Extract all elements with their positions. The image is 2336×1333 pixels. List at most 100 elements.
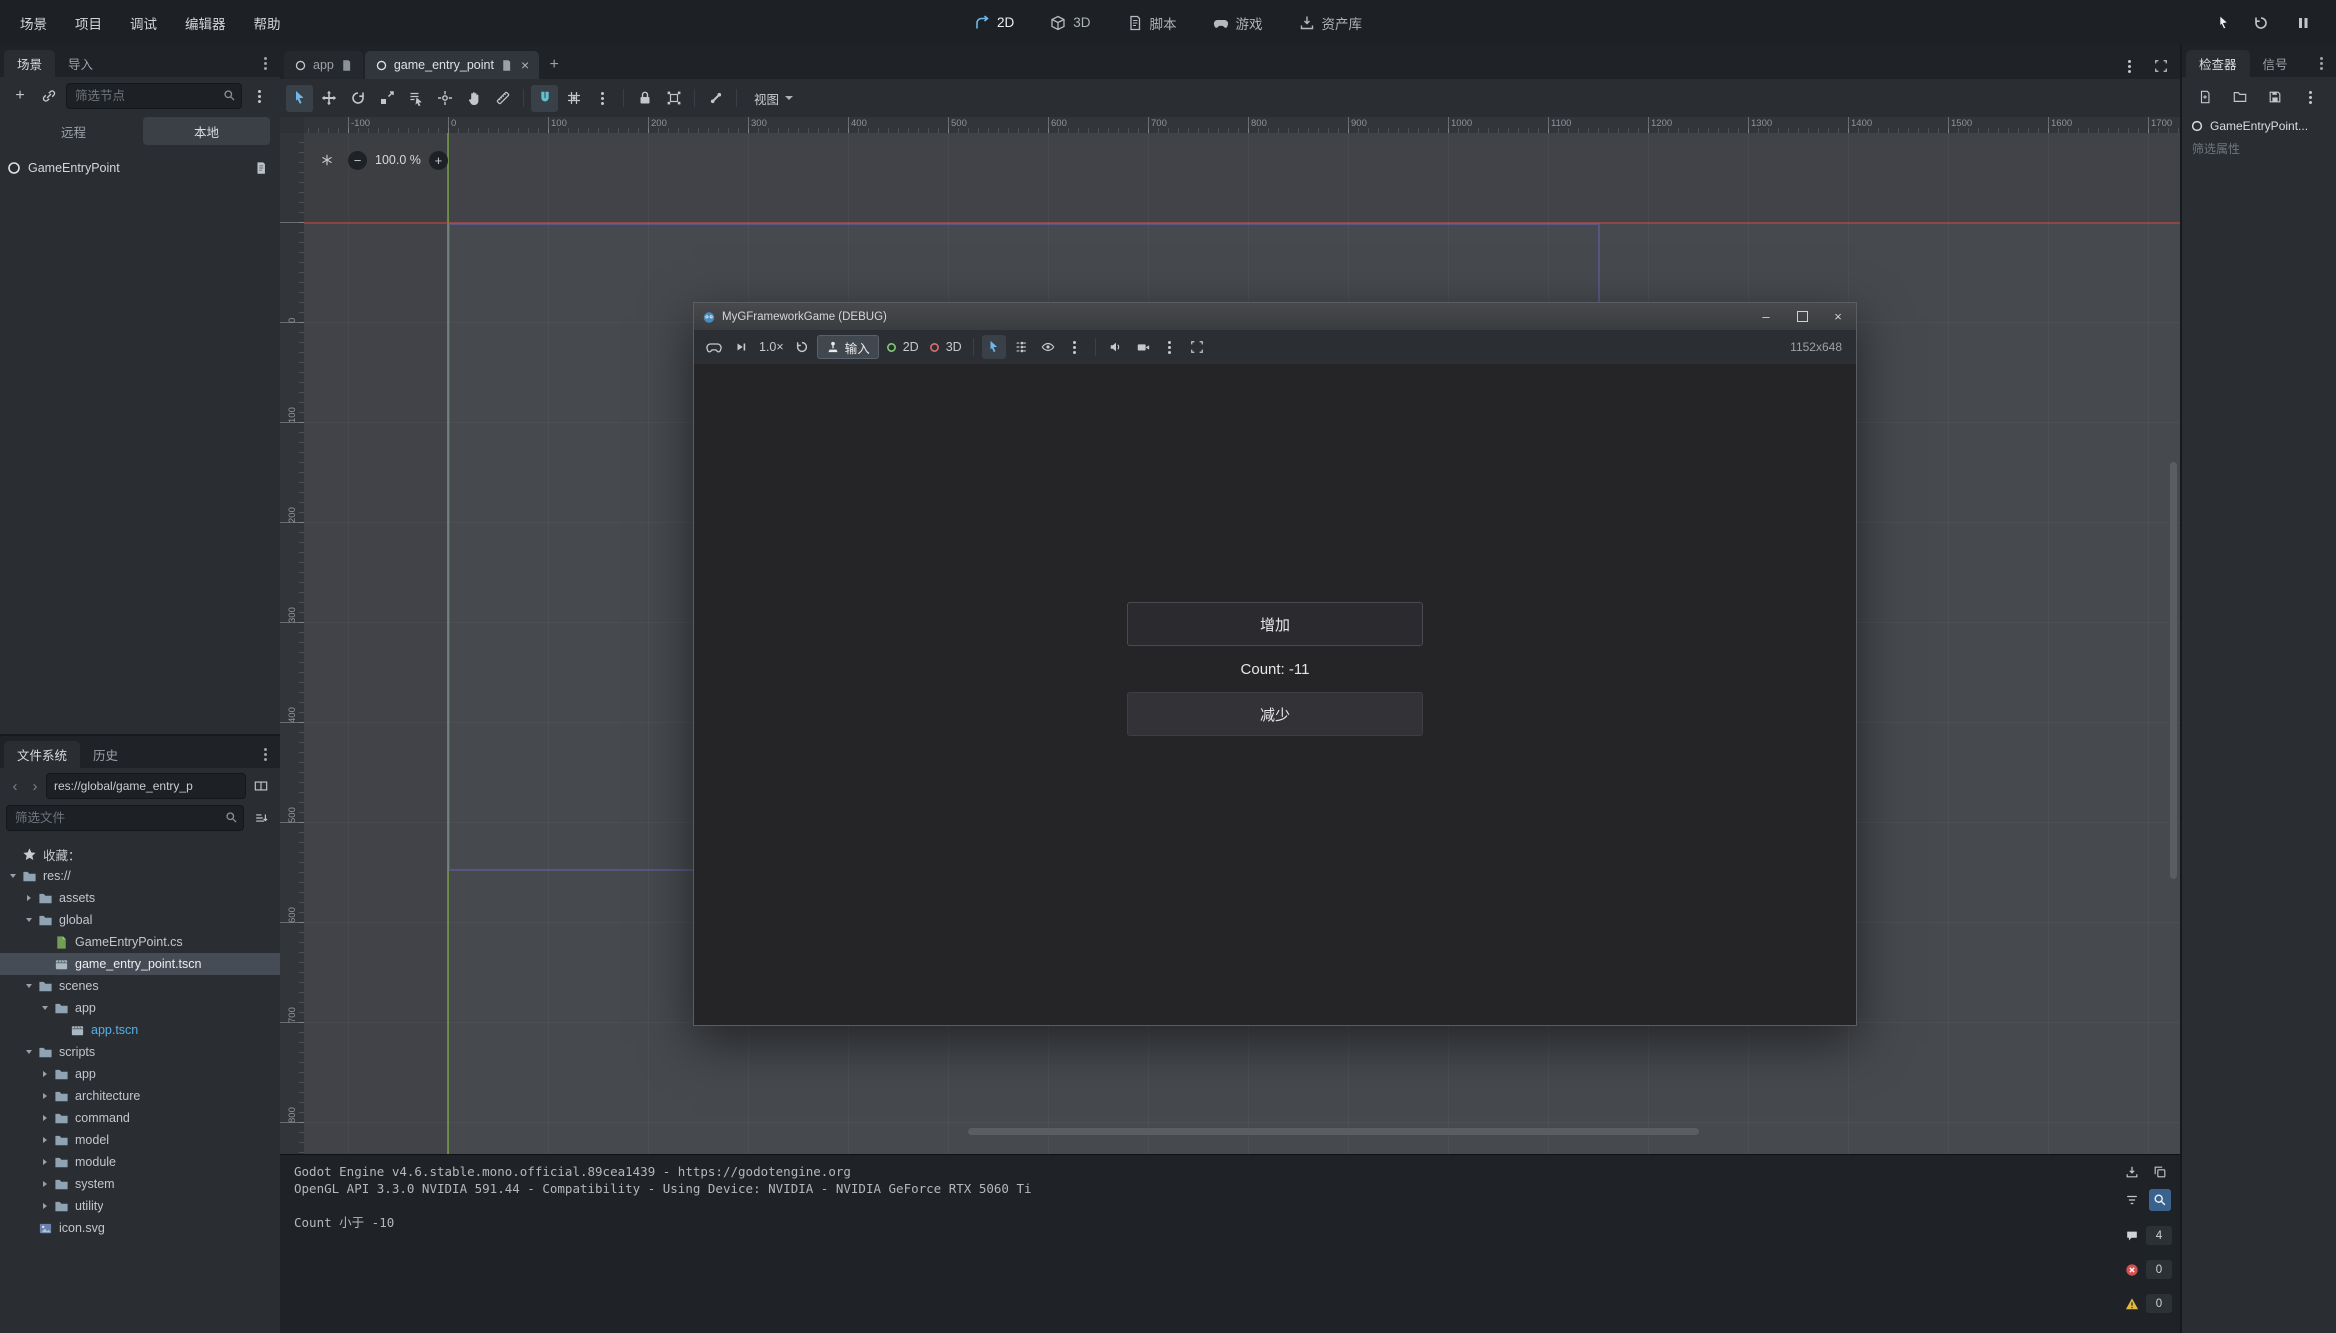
minimize-button[interactable]: – [1748,303,1784,330]
file-row[interactable]: res:// [0,865,280,887]
game-more-menu-button[interactable] [1063,335,1087,359]
file-row[interactable]: module [0,1151,280,1173]
expander-icon[interactable] [38,1063,52,1085]
game-select-mode-button[interactable] [982,335,1006,359]
expander-icon[interactable] [22,1041,36,1063]
mode-3d-button[interactable]: 3D [925,335,965,359]
zoom-in-button[interactable]: + [429,151,448,170]
expander-icon[interactable] [38,953,52,975]
horizontal-scrollbar[interactable] [968,1128,1699,1135]
tab-history[interactable]: 历史 [80,741,131,768]
inspector-extra-menu-button[interactable] [2297,84,2323,110]
zoom-level[interactable]: 100.0 % [375,153,421,167]
workspace-2d-button[interactable]: 2D [961,7,1027,39]
expander-icon[interactable] [38,1129,52,1151]
game-scene-tree-button[interactable] [1009,335,1033,359]
workspace-3d-button[interactable]: 3D [1037,7,1103,39]
file-row[interactable]: app [0,1063,280,1085]
tab-import[interactable]: 导入 [55,50,106,77]
expander-icon[interactable] [38,1085,52,1107]
zoom-out-button[interactable]: − [348,151,367,170]
pause-button[interactable] [2290,10,2316,36]
expander-icon[interactable] [6,865,20,887]
file-row[interactable]: utility [0,1195,280,1217]
clear-output-button[interactable] [2121,1161,2143,1183]
expander-icon[interactable] [6,843,20,865]
snap-options-button[interactable] [589,85,616,112]
expand-viewport-button[interactable] [2148,53,2174,79]
game-fullscreen-button[interactable] [1185,335,1209,359]
filesystem-menu-button[interactable] [254,741,276,768]
sort-files-button[interactable] [248,805,274,831]
file-row[interactable]: architecture [0,1085,280,1107]
tab-list-menu-button[interactable] [2116,53,2142,79]
expander-icon[interactable] [22,887,36,909]
warning-count-row[interactable]: 0 [2120,1294,2172,1313]
pivot-tool-button[interactable] [431,85,458,112]
expander-icon[interactable] [38,997,52,1019]
menu-item[interactable]: 编辑器 [171,0,240,45]
expander-icon[interactable] [22,909,36,931]
lock-object-button[interactable] [631,85,658,112]
expander-icon[interactable] [22,975,36,997]
expander-icon[interactable] [38,1195,52,1217]
split-view-button[interactable] [248,773,274,799]
increase-button[interactable]: 增加 [1127,602,1423,646]
reset-speed-button[interactable] [790,335,814,359]
expander-icon[interactable] [38,931,52,953]
horizontal-ruler[interactable]: -100010020030040050060070080090010001100… [304,117,2182,133]
file-row[interactable]: icon.svg [0,1217,280,1239]
restart-button[interactable] [2248,10,2274,36]
scene-dock-menu-button[interactable] [254,50,276,77]
rotate-tool-button[interactable] [344,85,371,112]
mode-2d-button[interactable]: 2D [882,335,922,359]
scale-tool-button[interactable] [373,85,400,112]
file-filter-input[interactable] [6,805,244,831]
camera-override-button[interactable] [1131,335,1155,359]
menu-item[interactable]: 项目 [61,0,116,45]
menu-item[interactable]: 帮助 [240,0,295,45]
vertical-scrollbar[interactable] [2170,462,2177,879]
expander-icon[interactable] [38,1173,52,1195]
file-row[interactable]: app [0,997,280,1019]
select-tool-button[interactable] [286,85,313,112]
scene-tab-app[interactable]: app [284,51,363,79]
game-visibility-button[interactable] [1036,335,1060,359]
file-row[interactable]: 收藏： [0,843,280,865]
path-input[interactable] [46,773,246,799]
tab-scene[interactable]: 场景 [4,50,55,77]
move-tool-button[interactable] [315,85,342,112]
filter-messages-button[interactable] [2121,1189,2143,1211]
vertical-ruler[interactable]: 0100200300400500600700800900 [280,133,304,1155]
file-row[interactable]: app.tscn [0,1019,280,1041]
camera-more-menu-button[interactable] [1158,335,1182,359]
file-row[interactable]: scripts [0,1041,280,1063]
new-scene-tab-button[interactable]: + [541,51,567,79]
debug-options-button[interactable] [702,335,726,359]
pan-tool-button[interactable] [460,85,487,112]
instance-scene-button[interactable] [36,83,62,109]
close-window-button[interactable]: × [1820,303,1856,330]
expander-icon[interactable] [54,1019,68,1041]
file-row[interactable]: scenes [0,975,280,997]
copy-output-button[interactable] [2149,1161,2171,1183]
save-resource-button[interactable] [2262,84,2288,110]
view-menu-button[interactable]: 视图 [744,85,803,112]
node-filter-input[interactable] [66,83,242,109]
inspector-menu-button[interactable] [2310,50,2332,77]
scene-node-row[interactable]: GameEntryPoint [0,155,280,181]
tab-signals[interactable]: 信号 [2250,50,2301,77]
menu-item[interactable]: 场景 [6,0,61,45]
maximize-button[interactable] [1784,303,1820,330]
close-tab-button[interactable]: × [521,57,529,73]
file-row[interactable]: system [0,1173,280,1195]
file-row[interactable]: game_entry_point.tscn [0,953,280,975]
nav-forward-button[interactable]: › [26,774,44,798]
load-resource-button[interactable] [2227,84,2253,110]
skeleton-options-button[interactable] [702,85,729,112]
next-frame-button[interactable] [729,335,753,359]
file-row[interactable]: global [0,909,280,931]
tab-inspector[interactable]: 检查器 [2186,50,2250,77]
local-tab[interactable]: 本地 [143,117,270,145]
scene-tab-game-entry-point[interactable]: game_entry_point × [365,51,539,79]
